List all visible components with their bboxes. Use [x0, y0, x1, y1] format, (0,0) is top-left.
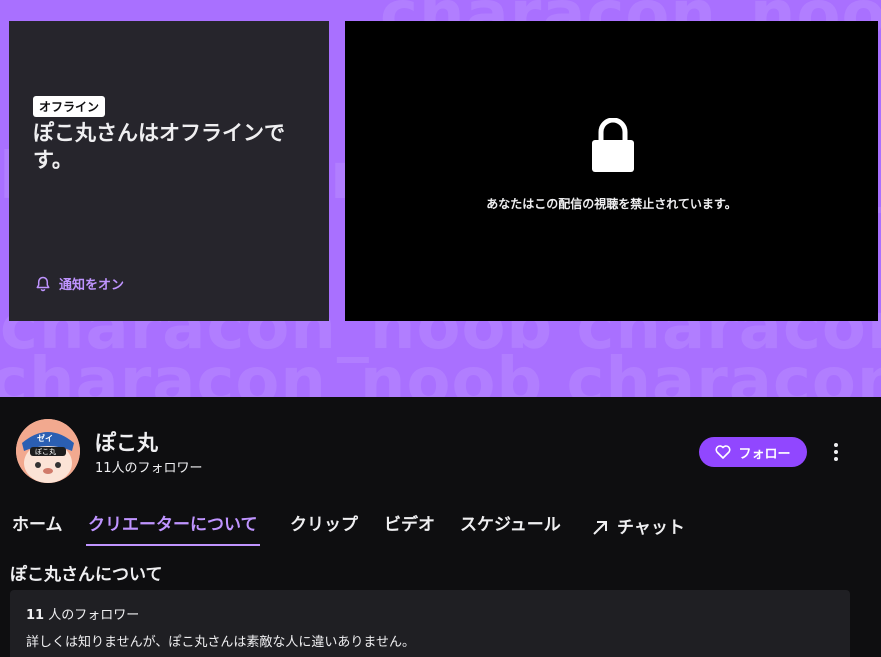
channel-name[interactable]: ぽこ丸 [95, 427, 158, 457]
follower-count: 11人のフォロワー [95, 461, 203, 476]
tab-videos[interactable]: ビデオ [384, 510, 435, 546]
lock-icon [592, 118, 634, 172]
notifications-on-label: 通知をオン [59, 278, 125, 293]
blocked-message: あなたはこの配信の視聴を禁止されています。 [486, 197, 737, 211]
video-player[interactable]: あなたはこの配信の視聴を禁止されています。 [345, 21, 878, 321]
avatar[interactable]: ゼイ ぽこ丸 [16, 419, 80, 483]
about-description: 詳しくは知りませんが、ぽこ丸さんは素敵な人に違いありません。 [26, 635, 415, 650]
about-heading: ぽこ丸さんについて [10, 565, 163, 585]
heart-icon [715, 445, 731, 459]
notifications-on-button[interactable]: 通知をオン [35, 274, 124, 293]
offline-title: ぽこ丸さんはオフラインです。 [33, 121, 285, 172]
banner-watermark: characon_noob characon_noob characon_noo… [0, 345, 881, 397]
tab-chat-label: チャット [617, 518, 685, 538]
channel-tabs: ホーム クリエーターについて クリップ ビデオ スケジュール チャット [0, 510, 881, 550]
offline-card: オフライン ぽこ丸さんはオフラインです。 通知をオン [9, 21, 329, 321]
tab-schedule[interactable]: スケジュール [460, 510, 561, 546]
offline-badge: オフライン [33, 96, 106, 117]
about-follower-count: 11 人のフォロワー [26, 608, 140, 623]
dot-icon [834, 450, 838, 454]
channel-banner: characon_noob characon_noob characon_noo… [0, 0, 881, 397]
avatar-image: ゼイ ぽこ丸 [16, 419, 80, 483]
dot-icon [834, 443, 838, 447]
svg-text:ゼイ: ゼイ [37, 433, 53, 443]
external-arrow-icon [593, 521, 607, 535]
more-options-button[interactable] [826, 439, 846, 465]
svg-text:ぽこ丸: ぽこ丸 [35, 447, 56, 456]
tab-chat[interactable]: チャット [591, 510, 685, 546]
channel-profile: ゼイ ぽこ丸 ぽこ丸 11人のフォロワー フォロー ホーム クリエーターについて… [0, 397, 881, 657]
dot-icon [834, 457, 838, 461]
about-panel: 11 人のフォロワー 詳しくは知りませんが、ぽこ丸さんは素敵な人に違いありません… [10, 590, 850, 657]
tab-about[interactable]: クリエーターについて [86, 510, 260, 546]
tab-clips[interactable]: クリップ [290, 510, 358, 546]
follow-button[interactable]: フォロー [699, 437, 807, 467]
follow-label: フォロー [738, 446, 791, 462]
tab-home[interactable]: ホーム [12, 510, 63, 546]
bell-icon [36, 276, 50, 291]
